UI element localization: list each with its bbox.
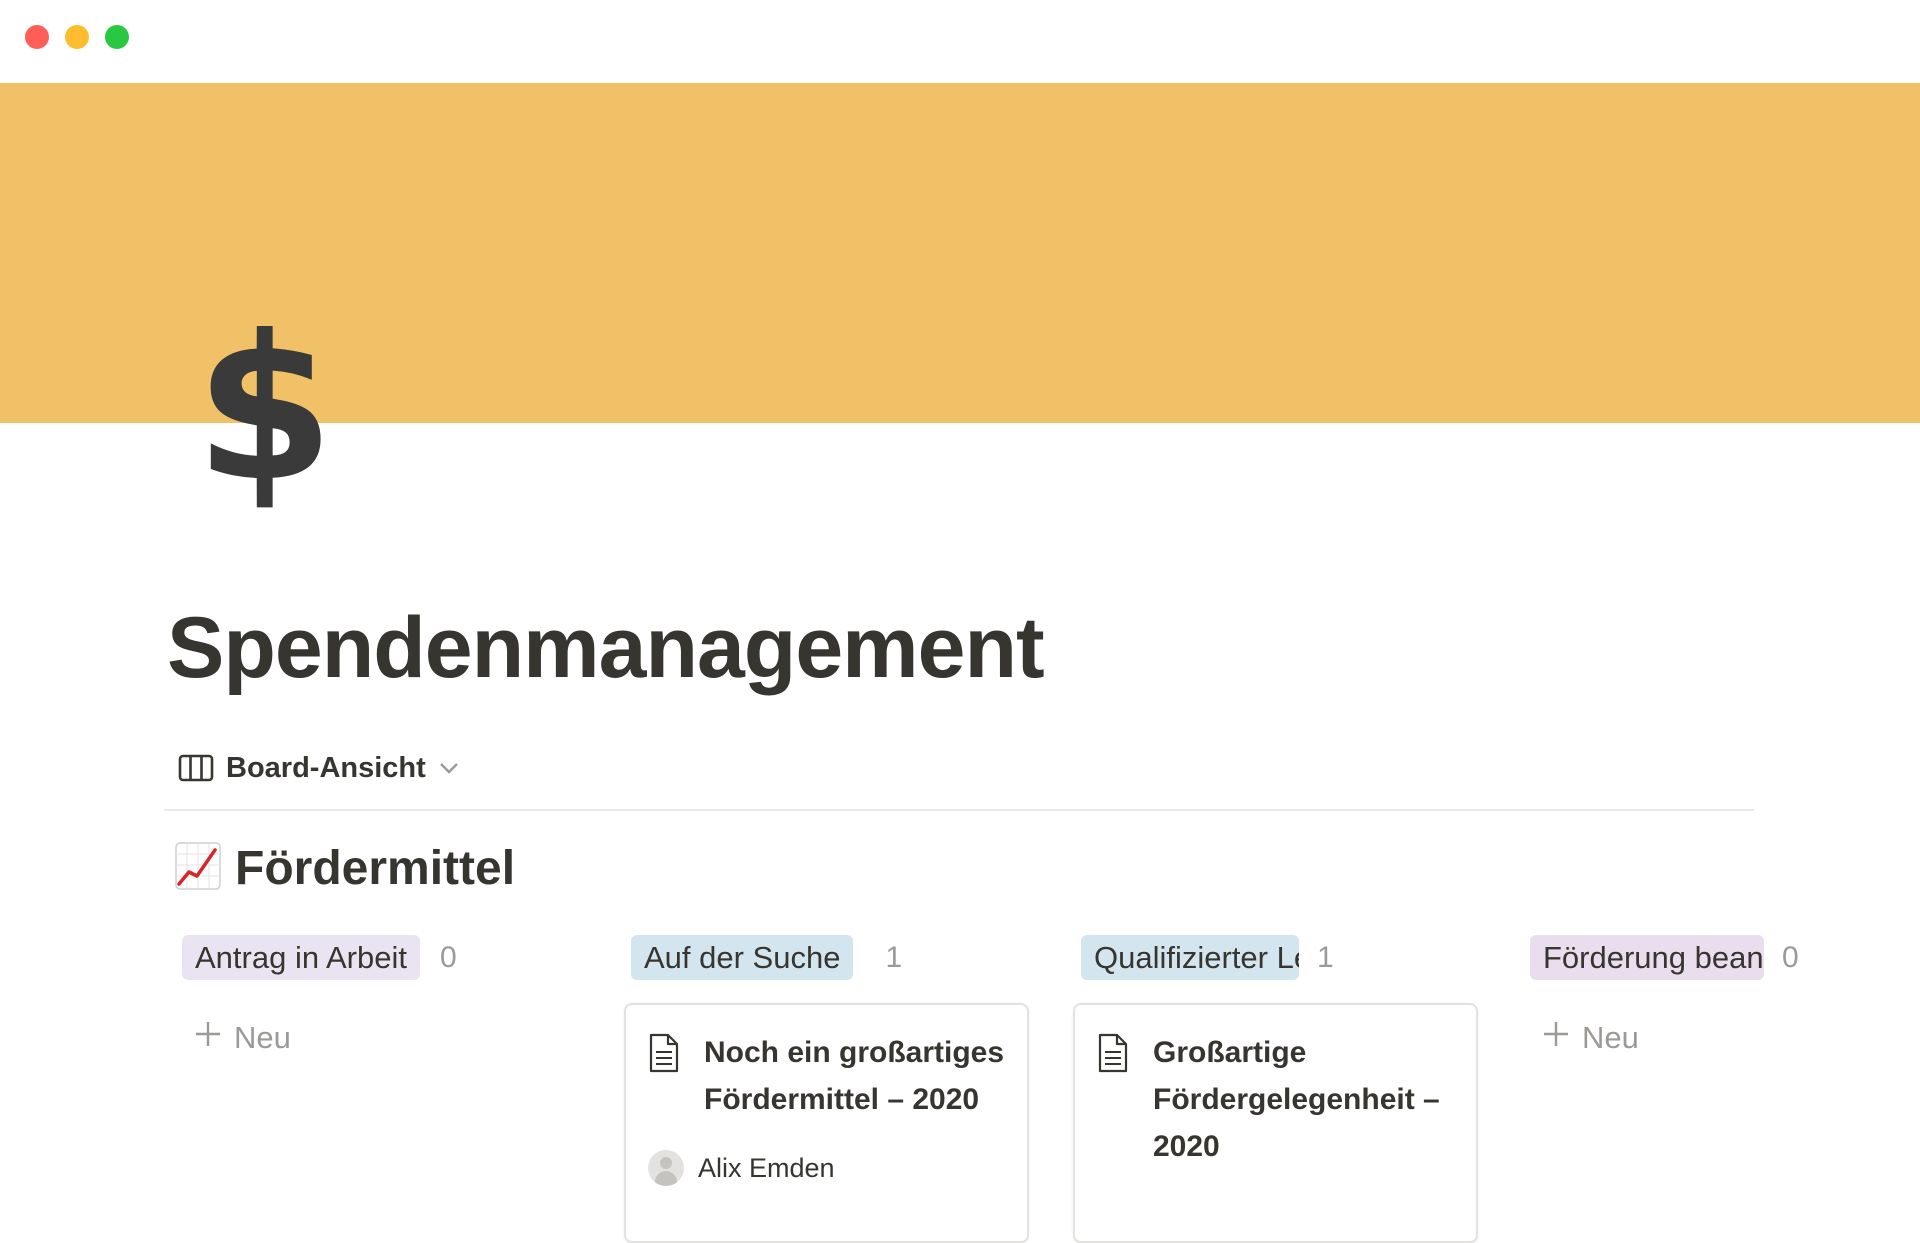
minimize-window-button[interactable] bbox=[65, 25, 89, 49]
document-icon bbox=[648, 1033, 680, 1078]
window-titlebar bbox=[0, 0, 1920, 83]
database-title[interactable]: Fördermittel bbox=[175, 838, 515, 898]
board-column-antrag-in-arbeit: Antrag in Arbeit 0 Neu bbox=[182, 935, 592, 1060]
maximize-window-button[interactable] bbox=[105, 25, 129, 49]
page-title[interactable]: Spendenmanagement bbox=[167, 598, 1045, 698]
card-title: Noch ein großartiges Fördermittel – 2020 bbox=[704, 1036, 1005, 1116]
column-count: 1 bbox=[1317, 940, 1334, 974]
add-new-card-button[interactable]: Neu bbox=[1530, 1015, 1920, 1060]
database-title-label: Fördermittel bbox=[235, 841, 516, 895]
board-view-icon bbox=[178, 754, 214, 782]
chevron-down-icon bbox=[438, 761, 460, 775]
view-switcher-label: Board-Ansicht bbox=[226, 751, 426, 784]
person-name: Alix Emden bbox=[698, 1152, 835, 1183]
status-tag: Förderung beantragt bbox=[1530, 935, 1764, 980]
new-label: Neu bbox=[234, 1019, 291, 1055]
column-header[interactable]: Auf der Suche 1 bbox=[631, 935, 1041, 980]
divider bbox=[164, 809, 1754, 811]
plus-icon bbox=[194, 1020, 222, 1056]
new-label: Neu bbox=[1582, 1019, 1639, 1055]
chart-increasing-icon bbox=[175, 841, 221, 895]
document-icon bbox=[1097, 1033, 1129, 1078]
status-tag: Qualifizierter Lead bbox=[1081, 935, 1299, 980]
avatar bbox=[648, 1150, 684, 1186]
add-new-card-button[interactable]: Neu bbox=[182, 1015, 592, 1060]
close-window-button[interactable] bbox=[25, 25, 49, 49]
view-switcher[interactable]: Board-Ansicht bbox=[178, 748, 460, 788]
column-count: 1 bbox=[885, 940, 903, 974]
column-count: 0 bbox=[439, 940, 457, 974]
board-column-foerderung-beantragt: Förderung beantragt 0 Neu bbox=[1530, 935, 1920, 1060]
column-header[interactable]: Antrag in Arbeit 0 bbox=[182, 935, 592, 980]
status-tag: Antrag in Arbeit bbox=[182, 935, 420, 980]
column-count: 0 bbox=[1782, 940, 1799, 974]
card-title: Großartige Fördergelegenheit – 2020 bbox=[1153, 1036, 1440, 1163]
page-icon[interactable]: $ bbox=[195, 310, 334, 510]
board-column-qualifizierter-lead: Qualifizierter Lead 1 bbox=[1081, 935, 1491, 980]
column-header[interactable]: Qualifizierter Lead 1 bbox=[1081, 935, 1491, 980]
column-header[interactable]: Förderung beantragt 0 bbox=[1530, 935, 1920, 980]
board-card[interactable]: Noch ein großartiges Fördermittel – 2020… bbox=[624, 1003, 1029, 1243]
plus-icon bbox=[1542, 1020, 1570, 1056]
status-tag: Auf der Suche bbox=[631, 935, 854, 980]
card-person: Alix Emden bbox=[648, 1150, 835, 1186]
board-column-auf-der-suche: Auf der Suche 1 bbox=[631, 935, 1041, 980]
board-card[interactable]: Großartige Fördergelegenheit – 2020 bbox=[1073, 1003, 1478, 1243]
